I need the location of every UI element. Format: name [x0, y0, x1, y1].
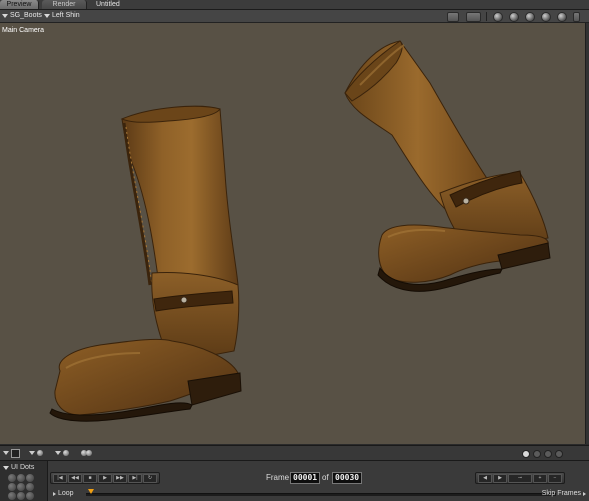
chevron-down-icon[interactable]	[55, 451, 61, 455]
ui-dot[interactable]	[8, 492, 16, 500]
page-dot[interactable]	[555, 450, 563, 458]
animation-controls: UI Dots |◀ ◀◀ ■ ▶ ▶▶ ▶| ↻ Frame 00001 of…	[0, 460, 589, 501]
next-frame-button[interactable]: ▶▶	[113, 473, 127, 483]
ui-dots-grid	[8, 474, 34, 500]
figure-select-label: SG_Boots	[10, 12, 42, 19]
chevron-down-icon	[3, 465, 9, 470]
of-label: of	[322, 473, 329, 482]
3d-viewport[interactable]: Main Camera	[0, 23, 585, 444]
document-title: Untitled	[96, 1, 120, 8]
keyframe-controls: ◀ ▶ ⊸ + −	[475, 472, 565, 484]
boots-render	[49, 40, 551, 422]
lit-wireframe-icon[interactable]	[541, 12, 551, 22]
skip-frames-label: Skip Frames	[541, 490, 581, 497]
timeline-scrubber[interactable]	[86, 493, 556, 496]
key-icon[interactable]: ⊸	[508, 473, 532, 483]
actor-select-label: Left Shin	[52, 12, 80, 19]
loop-label: Loop	[58, 490, 74, 497]
camera-view-button[interactable]	[447, 12, 459, 22]
viewport-header: SG_Boots Left Shin	[0, 10, 589, 23]
skip-frames-toggle[interactable]: Skip Frames	[542, 490, 586, 497]
tab-render[interactable]: Render	[42, 0, 87, 9]
layout-button[interactable]	[466, 12, 481, 22]
page-dot[interactable]	[522, 450, 530, 458]
left-boot	[49, 105, 242, 422]
render-ball-icon[interactable]	[63, 450, 69, 456]
prev-frame-button[interactable]: ◀◀	[68, 473, 82, 483]
loop-arrow-icon	[53, 491, 56, 496]
next-key-button[interactable]: ▶	[493, 473, 507, 483]
chevron-down-icon	[44, 14, 50, 18]
page-dot[interactable]	[533, 450, 541, 458]
current-frame-field[interactable]: 00001	[290, 472, 321, 484]
render-ball-icon[interactable]	[37, 450, 43, 456]
divider	[486, 12, 487, 21]
display-style-icon[interactable]	[11, 449, 20, 458]
frame-label: Frame	[266, 473, 290, 482]
remove-key-button[interactable]: −	[548, 473, 562, 483]
viewport-scrollbar[interactable]	[585, 23, 589, 444]
smooth-shaded-icon[interactable]	[509, 12, 519, 22]
ui-dot[interactable]	[8, 474, 16, 482]
timeline-track-row: Loop Skip Frames	[48, 489, 589, 500]
total-frames-field[interactable]: 00030	[332, 472, 363, 484]
ui-dot[interactable]	[26, 474, 34, 482]
actor-select[interactable]: Left Shin	[44, 11, 80, 21]
transport-controls: |◀ ◀◀ ■ ▶ ▶▶ ▶| ↻	[50, 472, 160, 484]
viewport-options-button[interactable]	[573, 12, 580, 22]
ui-dot[interactable]	[8, 483, 16, 491]
document-tab-bar: Preview Render Untitled	[0, 0, 589, 10]
loop-toggle[interactable]: Loop	[53, 490, 74, 497]
last-frame-button[interactable]: ▶|	[128, 473, 142, 483]
right-boot	[344, 40, 551, 292]
figure-select[interactable]: SG_Boots	[2, 11, 42, 21]
chevron-down-icon	[2, 14, 8, 18]
texture-shaded-icon[interactable]	[525, 12, 535, 22]
ui-dot[interactable]	[17, 474, 25, 482]
skip-arrow-icon	[583, 491, 586, 496]
play-marker-icon[interactable]	[88, 489, 94, 494]
loop-toggle-button[interactable]: ↻	[143, 473, 157, 483]
ui-dot[interactable]	[26, 483, 34, 491]
outline-icon[interactable]	[557, 12, 567, 22]
prev-key-button[interactable]: ◀	[478, 473, 492, 483]
camera-label: Main Camera	[2, 27, 45, 34]
ui-dot[interactable]	[17, 483, 25, 491]
chevron-down-icon[interactable]	[3, 451, 9, 455]
ui-dot[interactable]	[26, 492, 34, 500]
light-icon[interactable]	[86, 450, 92, 456]
play-button[interactable]: ▶	[98, 473, 112, 483]
viewport-bottom-toolbar	[0, 445, 589, 460]
tab-preview[interactable]: Preview	[0, 0, 39, 9]
ui-dot[interactable]	[17, 492, 25, 500]
page-dot[interactable]	[544, 450, 552, 458]
stop-button[interactable]: ■	[83, 473, 97, 483]
ui-dots-label: UI Dots	[11, 464, 35, 471]
chevron-down-icon[interactable]	[29, 451, 35, 455]
first-frame-button[interactable]: |◀	[53, 473, 67, 483]
ui-dots-dropdown[interactable]: UI Dots	[3, 464, 34, 471]
add-key-button[interactable]: +	[533, 473, 547, 483]
ui-dots-panel: UI Dots	[0, 461, 48, 501]
display-style-icon[interactable]	[493, 12, 503, 22]
